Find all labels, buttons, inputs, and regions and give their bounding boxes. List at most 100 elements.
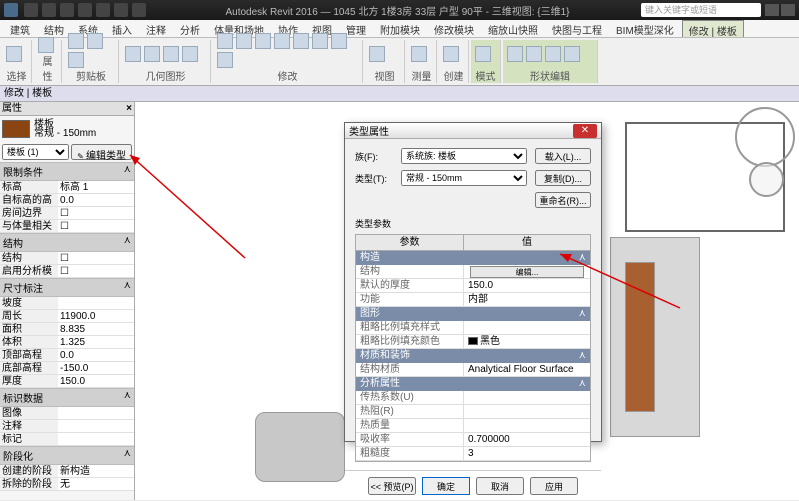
ribbon-group-props: 属性 <box>34 40 62 83</box>
mod-icon[interactable] <box>217 33 233 49</box>
edit-type-button[interactable]: ✎ 编辑类型 <box>71 144 132 160</box>
tab-zoom[interactable]: 缩放山快照 <box>482 20 544 37</box>
mode-icon[interactable] <box>475 46 491 62</box>
params-grid: 参数 值 构造⋏ 结构编辑... 默认的厚度150.0 功能内部 图形⋏ 粗略比… <box>355 234 591 462</box>
geom-icon[interactable] <box>182 46 198 62</box>
mod-icon[interactable] <box>331 33 347 49</box>
col-param: 参数 <box>356 235 464 250</box>
instance-select[interactable]: 楼板 (1) <box>2 144 69 160</box>
properties-panel: 属性 × 楼板 常规 - 150mm 楼板 (1) ✎ 编辑类型 限制条件⋏ 标… <box>0 102 135 500</box>
tab-arch[interactable]: 建筑 <box>4 20 36 37</box>
mass-rel-check[interactable] <box>58 220 134 232</box>
offset-value[interactable]: 0.0 <box>58 194 134 206</box>
qat-btn[interactable] <box>78 3 92 17</box>
coarse-color[interactable]: 黑色 <box>464 335 590 348</box>
dialog-titlebar[interactable]: 类型属性 ✕ <box>345 123 601 139</box>
geom-icon[interactable] <box>144 46 160 62</box>
mod-icon[interactable] <box>293 33 309 49</box>
help-search[interactable]: 键入关键字或短语 <box>641 3 761 17</box>
load-button[interactable]: 载入(L)... <box>535 148 591 164</box>
section-identity[interactable]: 标识数据⋏ <box>0 388 134 407</box>
family-label: 族(F): <box>355 150 397 163</box>
ribbon-group-view: 视图 <box>365 40 405 83</box>
tab-bim[interactable]: BIM模型深化 <box>610 20 680 37</box>
cancel-button[interactable]: 取消 <box>476 477 524 495</box>
shape-icon[interactable] <box>507 46 523 62</box>
mod-icon[interactable] <box>255 33 271 49</box>
mod-icon[interactable] <box>236 33 252 49</box>
qat-btn[interactable] <box>96 3 110 17</box>
title-bar: Autodesk Revit 2016 — 1045 北方 1楼3房 33层 户… <box>0 0 799 20</box>
section-constraints[interactable]: 限制条件⋏ <box>0 162 134 181</box>
struct-mat[interactable]: Analytical Floor Surface <box>464 363 590 376</box>
dialog-close-button[interactable]: ✕ <box>573 124 597 138</box>
app-icon[interactable] <box>4 3 18 17</box>
qat-btn[interactable] <box>114 3 128 17</box>
tab-modify-mod[interactable]: 修改模块 <box>428 20 480 37</box>
tab-addins[interactable]: 附加模块 <box>374 20 426 37</box>
qat-btn[interactable] <box>132 3 146 17</box>
qat-btn[interactable] <box>60 3 74 17</box>
ok-button[interactable]: 确定 <box>422 477 470 495</box>
rough-value[interactable]: 3 <box>464 447 590 460</box>
ribbon-group-clipboard: 剪贴板 <box>64 40 119 83</box>
paste-icon[interactable] <box>68 33 84 49</box>
analytical-check[interactable] <box>58 265 134 277</box>
level-value[interactable]: 标高 1 <box>58 181 134 193</box>
room-bound-check[interactable] <box>58 207 134 219</box>
section-structural[interactable]: 结构⋏ <box>0 233 134 252</box>
geom-icon[interactable] <box>125 46 141 62</box>
mod-icon[interactable] <box>217 52 233 68</box>
function-value[interactable]: 内部 <box>464 293 590 306</box>
measure-icon[interactable] <box>411 46 427 62</box>
qat-btn[interactable] <box>42 3 56 17</box>
sect-analytical[interactable]: 分析属性⋏ <box>356 377 590 391</box>
ribbon-group-select: 选择 <box>2 40 32 83</box>
structural-check[interactable] <box>58 252 134 264</box>
ribbon-group-modify: 修改 <box>213 40 363 83</box>
section-dimensions[interactable]: 尺寸标注⋏ <box>0 278 134 297</box>
tab-modify-floor[interactable]: 修改 | 楼板 <box>682 20 744 37</box>
type-select[interactable]: 常规 - 150mm <box>401 170 527 186</box>
tab-annotate[interactable]: 注释 <box>140 20 172 37</box>
thick-value: 150.0 <box>464 279 590 292</box>
sect-graphics[interactable]: 图形⋏ <box>356 307 590 321</box>
apply-button[interactable]: 应用 <box>530 477 578 495</box>
create-icon[interactable] <box>443 46 459 62</box>
duplicate-button[interactable]: 复制(D)... <box>535 170 591 186</box>
mod-icon[interactable] <box>274 33 290 49</box>
sect-materials[interactable]: 材质和装饰⋏ <box>356 349 590 363</box>
section-phasing[interactable]: 阶段化⋏ <box>0 446 134 465</box>
props-icon[interactable] <box>38 37 54 53</box>
mod-icon[interactable] <box>312 33 328 49</box>
qat-btn[interactable] <box>24 3 38 17</box>
absorb-value[interactable]: 0.700000 <box>464 433 590 446</box>
ribbon-group-geometry: 几何图形 <box>121 40 211 83</box>
maximize-btn[interactable] <box>781 4 795 16</box>
shape-icon[interactable] <box>545 46 561 62</box>
view-icon[interactable] <box>369 46 385 62</box>
copy-icon[interactable] <box>68 52 84 68</box>
select-icon[interactable] <box>6 46 22 62</box>
minimize-btn[interactable] <box>765 4 779 16</box>
preview-button[interactable]: << 预览(P) <box>368 477 416 495</box>
ribbon-group-measure: 测量 <box>407 40 437 83</box>
rename-button[interactable]: 重命名(R)... <box>535 192 591 208</box>
close-icon[interactable]: × <box>126 102 132 115</box>
tab-analyze[interactable]: 分析 <box>174 20 206 37</box>
shape-icon[interactable] <box>564 46 580 62</box>
ribbon-tabs: 建筑 结构 系统 插入 注释 分析 体量和场地 协作 视图 管理 附加模块 修改… <box>0 20 799 38</box>
geom-icon[interactable] <box>163 46 179 62</box>
type-label: 类型(T): <box>355 172 397 185</box>
tab-struct[interactable]: 结构 <box>38 20 70 37</box>
structure-edit-button[interactable]: 编辑... <box>470 266 583 278</box>
window-buttons <box>765 4 795 16</box>
shape-icon[interactable] <box>526 46 542 62</box>
sect-construction[interactable]: 构造⋏ <box>356 251 590 265</box>
cut-icon[interactable] <box>87 33 103 49</box>
type-properties-dialog: 类型属性 ✕ 族(F): 系统族: 楼板 载入(L)... 类型(T): 常规 … <box>344 122 602 442</box>
type-selector[interactable]: 楼板 常规 - 150mm <box>0 116 134 142</box>
tab-quick[interactable]: 快图与工程 <box>546 20 608 37</box>
col-value: 值 <box>464 235 590 250</box>
family-select[interactable]: 系统族: 楼板 <box>401 148 527 164</box>
